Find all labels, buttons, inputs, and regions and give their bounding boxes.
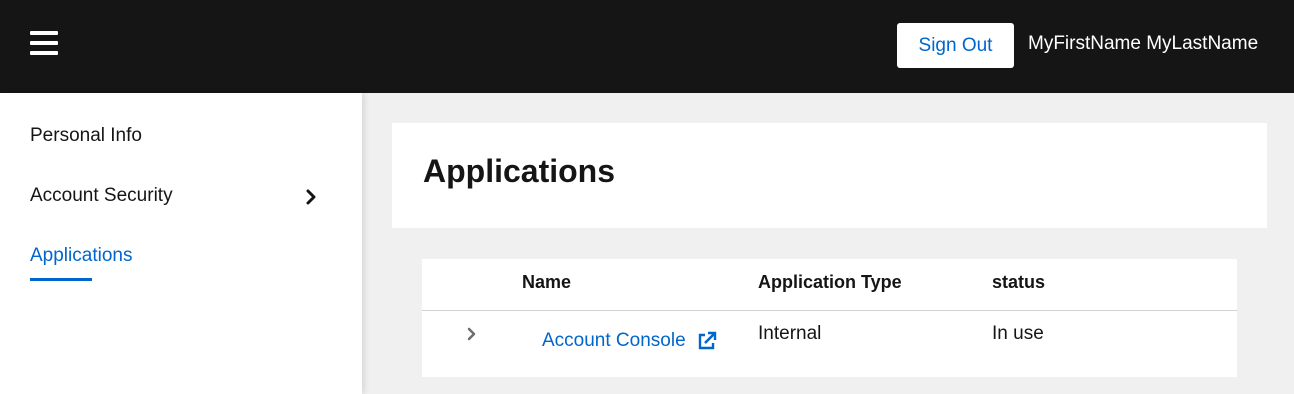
hamburger-bar: [30, 51, 58, 55]
active-nav-indicator: [30, 278, 92, 281]
column-header-application-type: Application Type: [758, 272, 902, 292]
application-link-account-console[interactable]: Account Console: [542, 330, 686, 352]
external-link-icon[interactable]: [697, 331, 717, 351]
cell-status: In use: [992, 323, 1044, 344]
column-header-status: status: [992, 272, 1046, 292]
sidebar-item-applications[interactable]: Applications: [30, 245, 132, 267]
hamburger-bar: [30, 31, 58, 35]
cell-application-type: Internal: [758, 323, 822, 344]
sidebar-nav: Personal Info Account Security Applicati…: [0, 93, 362, 394]
page-header-card: Applications: [392, 123, 1267, 228]
table-divider: [422, 310, 1237, 311]
hamburger-menu-icon[interactable]: [30, 31, 58, 55]
chevron-right-icon[interactable]: [465, 325, 479, 343]
top-header: Sign Out MyFirstName MyLastName: [0, 0, 1294, 93]
page-title: Applications: [423, 153, 616, 189]
sidebar-item-personal-info[interactable]: Personal Info: [30, 125, 142, 147]
column-header-name: Name: [522, 272, 572, 292]
hamburger-bar: [30, 41, 58, 45]
sidebar-item-account-security[interactable]: Account Security: [30, 185, 173, 207]
chevron-right-icon[interactable]: [306, 188, 318, 206]
applications-table: Name Application Type status Account Con…: [422, 259, 1237, 377]
sign-out-button[interactable]: Sign Out: [897, 23, 1014, 68]
user-name: MyFirstName MyLastName: [1028, 33, 1259, 54]
